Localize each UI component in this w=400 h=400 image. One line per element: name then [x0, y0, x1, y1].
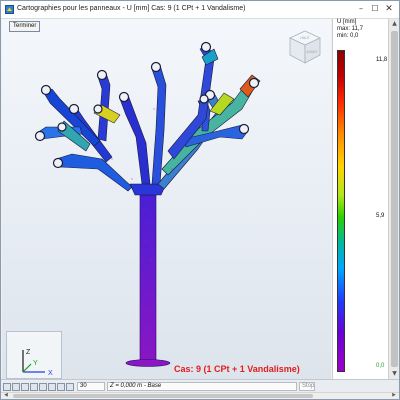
status-bar: 30 Z = 0,000 m - Base Stop ◀ ▶	[1, 379, 399, 399]
horizontal-scrollbar[interactable]: ◀ ▶	[1, 392, 399, 399]
maximize-icon[interactable]: ☐	[369, 3, 381, 15]
hscroll-thumb[interactable]	[13, 394, 313, 398]
axis-triad: Z X Y	[6, 331, 62, 379]
iso-view-icon[interactable]	[66, 383, 74, 391]
side-view-icon[interactable]	[48, 383, 56, 391]
legend-tick-max: 11,8	[376, 57, 388, 63]
legend-max: max: 11,7	[337, 26, 363, 32]
pan-icon[interactable]	[12, 383, 20, 391]
legend-unit: U [mm]	[337, 19, 357, 25]
legend-min: min: 0,0	[337, 33, 359, 39]
legend-tick-min: 0,0	[376, 363, 385, 369]
minimize-icon[interactable]: –	[355, 3, 367, 15]
title-bar: Cartographies pour les panneaux - U [mm]…	[1, 1, 399, 19]
3d-viewport[interactable]: Terminer HAUT AVANT Z X Y Cas: 9 (1 CPt …	[2, 19, 331, 379]
top-view-icon[interactable]	[57, 383, 65, 391]
view-cube-icon[interactable]: HAUT AVANT	[288, 29, 322, 65]
legend-tick-mid: 5,9	[376, 213, 385, 219]
color-scale-bar	[337, 50, 345, 372]
view-tools	[3, 383, 74, 391]
tree-structure-model[interactable]	[2, 19, 331, 379]
rotate-icon[interactable]	[21, 383, 29, 391]
stop-button[interactable]: Stop	[299, 382, 315, 391]
scroll-thumb[interactable]	[391, 31, 398, 367]
view-cube-top-label: HAUT	[300, 36, 310, 40]
zoom-icon[interactable]	[3, 383, 11, 391]
scroll-right-icon[interactable]: ▶	[392, 392, 396, 398]
window-title: Cartographies pour les panneaux - U [mm]…	[17, 5, 246, 12]
color-legend: U [mm] max: 11,7 min: 0,0 11,8 5,9 0,0	[332, 19, 388, 379]
scroll-down-icon[interactable]: ▼	[390, 369, 399, 379]
view-cube-front-label: AVANT	[306, 50, 318, 54]
x-axis-label: X	[48, 370, 53, 377]
level-number-field[interactable]: 30	[77, 382, 105, 391]
fit-view-icon[interactable]	[30, 383, 38, 391]
close-icon[interactable]: ✕	[383, 3, 395, 15]
scroll-left-icon[interactable]: ◀	[4, 392, 8, 398]
app-icon	[5, 5, 14, 14]
branch-crown	[36, 44, 261, 196]
app-window: Cartographies pour les panneaux - U [mm]…	[0, 0, 400, 400]
y-axis-label: Y	[33, 360, 38, 367]
vertical-scrollbar[interactable]: ▲ ▼	[388, 19, 399, 379]
front-view-icon[interactable]	[39, 383, 47, 391]
trunk	[125, 194, 171, 367]
scroll-up-icon[interactable]: ▲	[390, 19, 399, 29]
z-axis-label: Z	[26, 349, 31, 356]
load-case-label: Cas: 9 (1 CPt + 1 Vandalisme)	[174, 364, 300, 374]
z-level-field[interactable]: Z = 0,000 m - Base	[107, 382, 297, 391]
y-axis	[22, 363, 32, 373]
